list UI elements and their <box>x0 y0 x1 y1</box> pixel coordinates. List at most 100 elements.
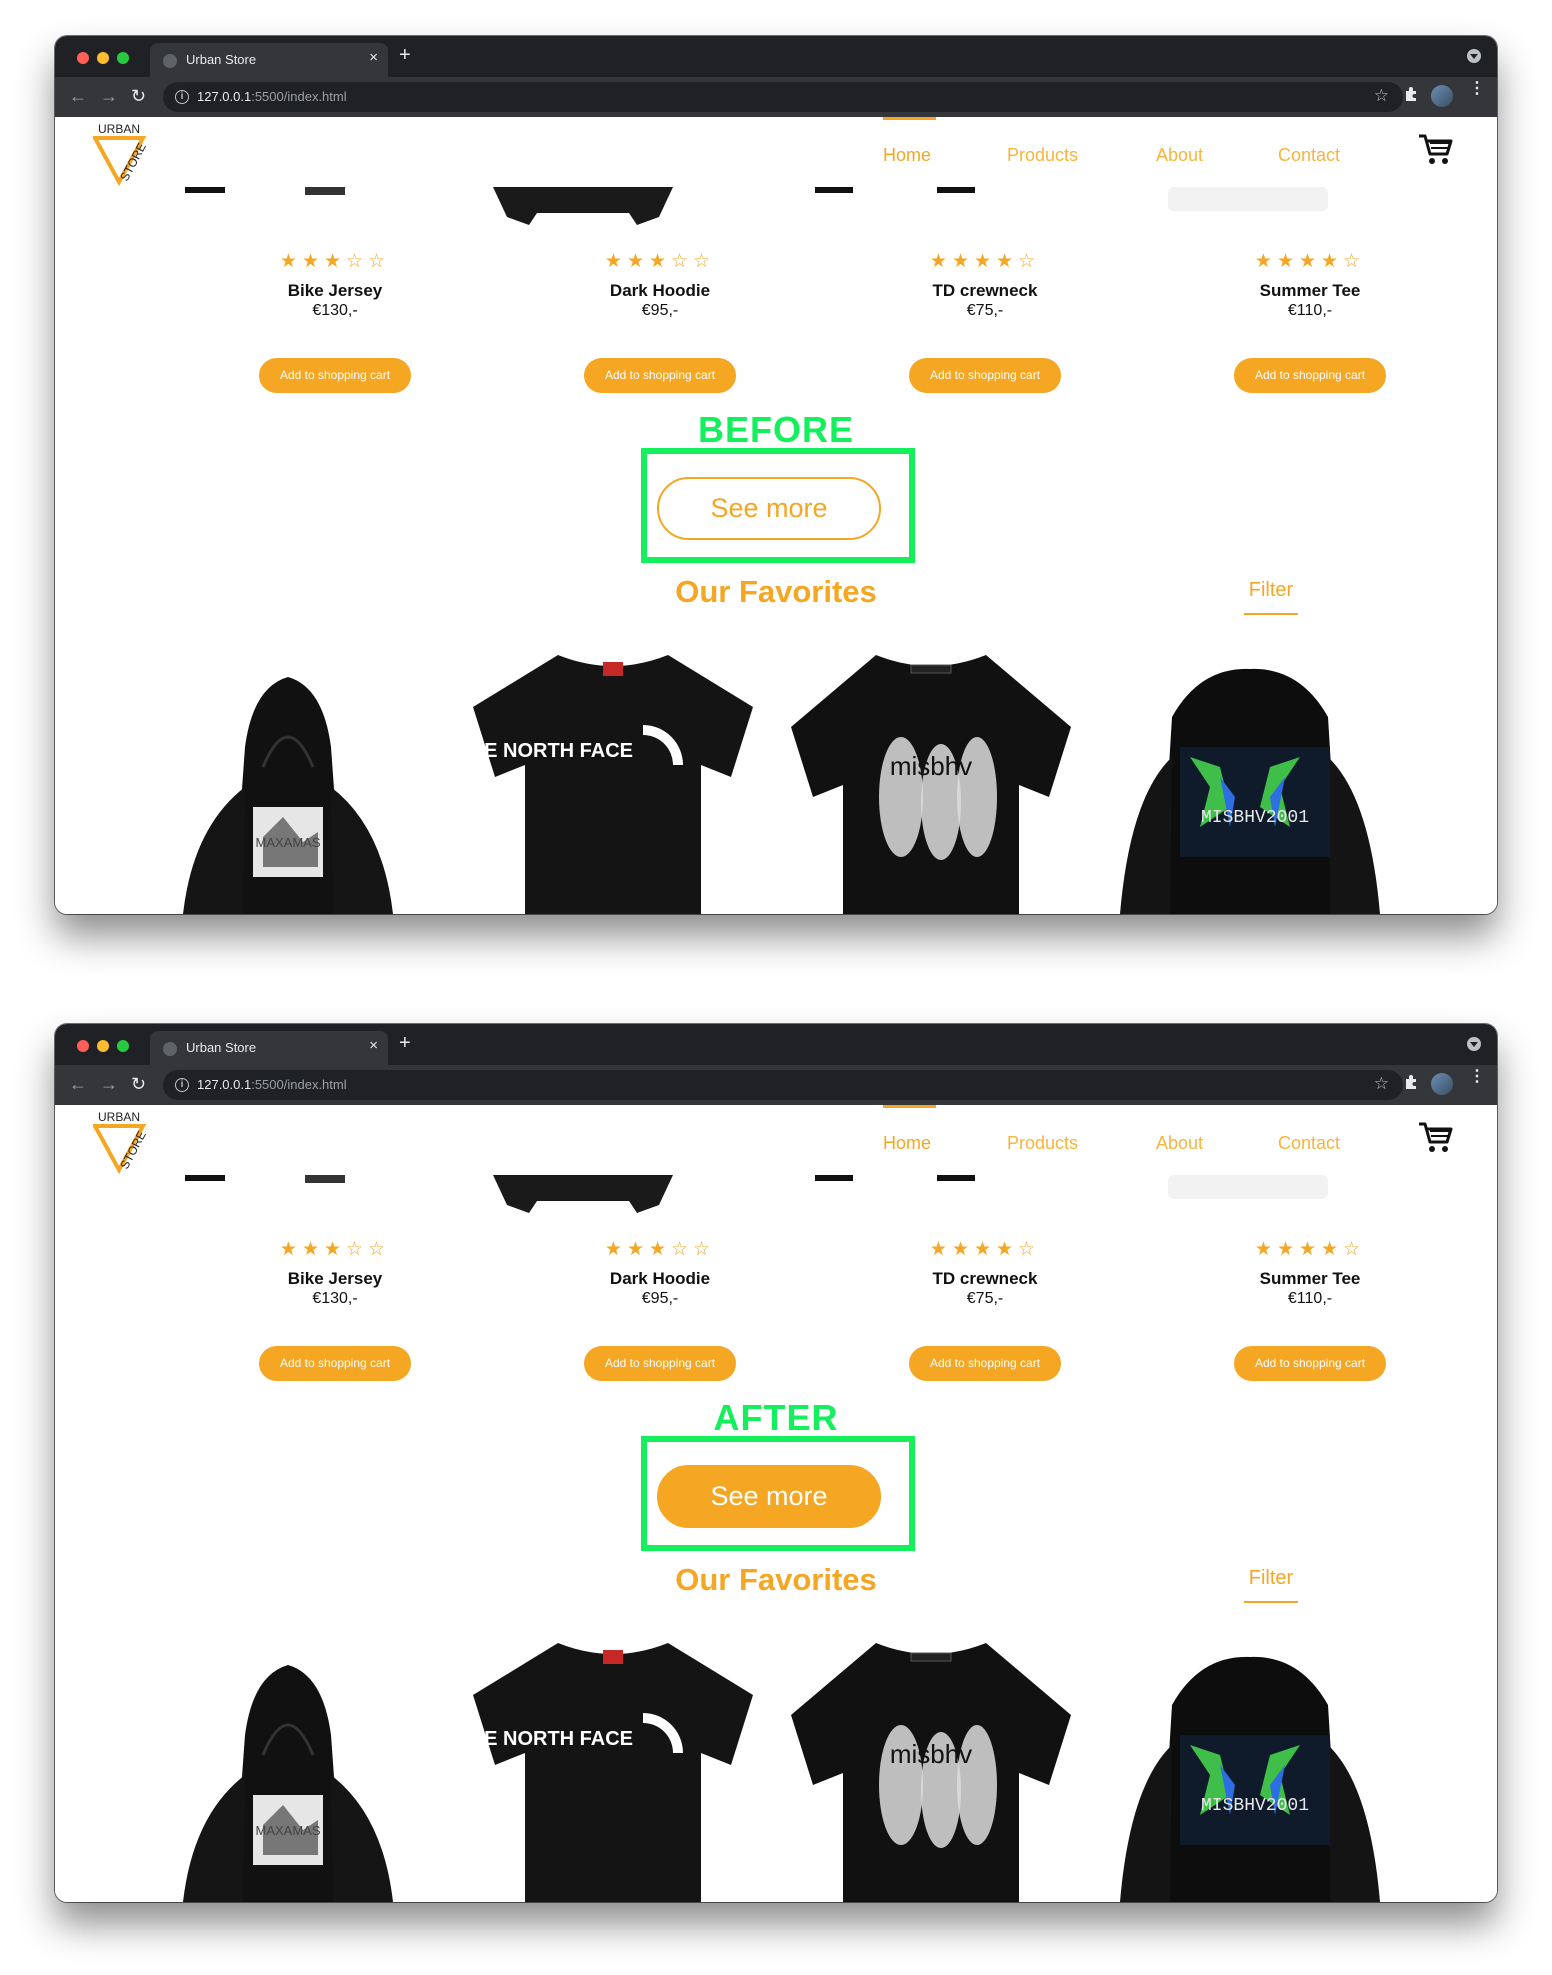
back-button[interactable]: ← <box>69 1074 87 1095</box>
browser-tab[interactable]: Urban Store × <box>150 1031 388 1065</box>
favorite-item-misbhv-hoodie[interactable]: MISBHV2001 <box>1100 647 1400 914</box>
svg-text:URBAN: URBAN <box>98 1110 140 1124</box>
info-icon[interactable]: i <box>175 90 189 104</box>
favorite-item-hoodie[interactable]: MAXAMAS <box>163 1635 413 1902</box>
new-tab-button[interactable]: + <box>399 1032 411 1055</box>
reload-icon[interactable]: ↻ <box>131 1074 146 1095</box>
product-image-summer-tee[interactable] <box>1163 187 1333 232</box>
maximize-window-button[interactable] <box>117 52 129 64</box>
reload-icon[interactable]: ↻ <box>131 86 146 107</box>
close-window-button[interactable] <box>77 52 89 64</box>
product-image-td-crewneck[interactable] <box>815 187 975 232</box>
see-more-button[interactable]: See more <box>657 1465 881 1528</box>
minimize-window-button[interactable] <box>97 1040 109 1052</box>
tab-close-icon[interactable]: × <box>369 49 378 66</box>
nav-contact[interactable]: Contact <box>1278 145 1340 166</box>
star-rating: ★★★★☆ <box>929 1239 1041 1260</box>
back-button[interactable]: ← <box>69 86 87 107</box>
nav-contact[interactable]: Contact <box>1278 1133 1340 1154</box>
shopping-cart-icon[interactable] <box>1417 1119 1453 1155</box>
add-to-cart-button[interactable]: Add to shopping cart <box>909 1346 1061 1381</box>
after-label: AFTER <box>713 1397 839 1438</box>
close-window-button[interactable] <box>77 1040 89 1052</box>
site-header: URBAN STORE Home Products About Contact <box>55 1105 1497 1175</box>
add-to-cart-button[interactable]: Add to shopping cart <box>909 358 1061 393</box>
urban-store-logo[interactable]: URBAN STORE <box>93 120 163 188</box>
bookmark-star-icon[interactable]: ☆ <box>1374 86 1389 106</box>
add-to-cart-button[interactable]: Add to shopping cart <box>584 358 736 393</box>
minimize-window-button[interactable] <box>97 52 109 64</box>
svg-text:misbhv: misbhv <box>890 1739 972 1769</box>
web-page: URBAN STORE Home Products About Contact … <box>55 117 1497 914</box>
filter-link[interactable]: Filter <box>1244 579 1298 615</box>
product-name: TD crewneck <box>932 1269 1038 1288</box>
browser-tab[interactable]: Urban Store × <box>150 43 388 77</box>
add-to-cart-button[interactable]: Add to shopping cart <box>584 1346 736 1381</box>
product-price: €75,- <box>966 1290 1004 1307</box>
star-rating: ★★★★☆ <box>929 251 1041 272</box>
nav-about[interactable]: About <box>1156 145 1203 166</box>
nav-home[interactable]: Home <box>883 145 931 166</box>
maximize-window-button[interactable] <box>117 1040 129 1052</box>
urban-store-logo[interactable]: URBAN STORE <box>93 1108 163 1176</box>
add-to-cart-button[interactable]: Add to shopping cart <box>259 1346 411 1381</box>
tab-search-icon[interactable] <box>1467 1037 1481 1051</box>
url-text[interactable]: 127.0.0.1:5500/index.html <box>197 89 347 104</box>
favorite-item-north-face-tee[interactable]: THE NORTH FACE <box>463 647 763 914</box>
product-price: €130,- <box>312 302 358 319</box>
bookmark-star-icon[interactable]: ☆ <box>1374 1074 1389 1094</box>
filter-link[interactable]: Filter <box>1244 1567 1298 1603</box>
product-name: Dark Hoodie <box>609 281 711 300</box>
star-rating: ★★★☆☆ <box>604 251 716 272</box>
puzzle-extension-icon[interactable] <box>1404 1074 1420 1090</box>
favorite-item-misbhv-hoodie[interactable]: MISBHV2001 <box>1100 1635 1400 1902</box>
address-bar[interactable]: i 127.0.0.1:5500/index.html ☆ <box>163 82 1403 112</box>
favorite-item-north-face-tee[interactable]: THE NORTH FACE <box>463 1635 763 1902</box>
site-header: URBAN STORE Home Products About Contact <box>55 117 1497 187</box>
nav-about[interactable]: About <box>1156 1133 1203 1154</box>
web-page: URBAN STORE Home Products About Contact … <box>55 1105 1497 1902</box>
shopping-cart-icon[interactable] <box>1417 131 1453 167</box>
product-name: Bike Jersey <box>287 1269 383 1288</box>
kebab-menu-icon[interactable]: ⋮ <box>1469 1069 1485 1085</box>
star-rating: ★★★☆☆ <box>604 1239 716 1260</box>
add-to-cart-button[interactable]: Add to shopping cart <box>1234 1346 1386 1381</box>
product-image-bike-jersey[interactable] <box>185 1175 345 1220</box>
url-text[interactable]: 127.0.0.1:5500/index.html <box>197 1077 347 1092</box>
see-more-button[interactable]: See more <box>657 477 881 540</box>
svg-text:THE NORTH FACE: THE NORTH FACE <box>463 740 633 762</box>
browser-toolbar: ← → ↻ i 127.0.0.1:5500/index.html ☆ ⋮ <box>55 1065 1497 1105</box>
product-image-td-crewneck[interactable] <box>815 1175 975 1220</box>
nav-products[interactable]: Products <box>1007 1133 1078 1154</box>
tab-search-icon[interactable] <box>1467 49 1481 63</box>
profile-avatar-icon[interactable] <box>1431 1073 1453 1095</box>
product-price: €75,- <box>966 302 1004 319</box>
product-card-bike-jersey: ★★★☆☆ Bike Jersey €130,- <box>235 252 435 321</box>
product-image-bike-jersey[interactable] <box>185 187 345 232</box>
svg-text:URBAN: URBAN <box>98 122 140 136</box>
nav-products[interactable]: Products <box>1007 145 1078 166</box>
tab-strip: Urban Store × + <box>55 36 1497 77</box>
product-card-td-crewneck: ★★★★☆ TD crewneck €75,- <box>885 1240 1085 1309</box>
add-to-cart-button[interactable]: Add to shopping cart <box>1234 358 1386 393</box>
add-to-cart-button[interactable]: Add to shopping cart <box>259 358 411 393</box>
profile-avatar-icon[interactable] <box>1431 85 1453 107</box>
puzzle-extension-icon[interactable] <box>1404 86 1420 102</box>
tab-close-icon[interactable]: × <box>369 1037 378 1054</box>
product-image-summer-tee[interactable] <box>1163 1175 1333 1220</box>
favorite-item-misbhv-tee[interactable]: misbhv <box>781 1635 1081 1902</box>
product-name: Summer Tee <box>1259 281 1361 300</box>
kebab-menu-icon[interactable]: ⋮ <box>1469 81 1485 97</box>
product-image-dark-hoodie[interactable] <box>493 187 673 232</box>
favorite-item-misbhv-tee[interactable]: misbhv <box>781 647 1081 914</box>
product-name: Summer Tee <box>1259 1269 1361 1288</box>
nav-home[interactable]: Home <box>883 1133 931 1154</box>
favorite-item-hoodie[interactable]: MAXAMAS <box>163 647 413 914</box>
new-tab-button[interactable]: + <box>399 44 411 67</box>
product-image-dark-hoodie[interactable] <box>493 1175 673 1220</box>
product-card-dark-hoodie: ★★★☆☆ Dark Hoodie €95,- <box>560 252 760 321</box>
address-bar[interactable]: i 127.0.0.1:5500/index.html ☆ <box>163 1070 1403 1100</box>
info-icon[interactable]: i <box>175 1078 189 1092</box>
forward-button[interactable]: → <box>100 86 118 107</box>
forward-button[interactable]: → <box>100 1074 118 1095</box>
